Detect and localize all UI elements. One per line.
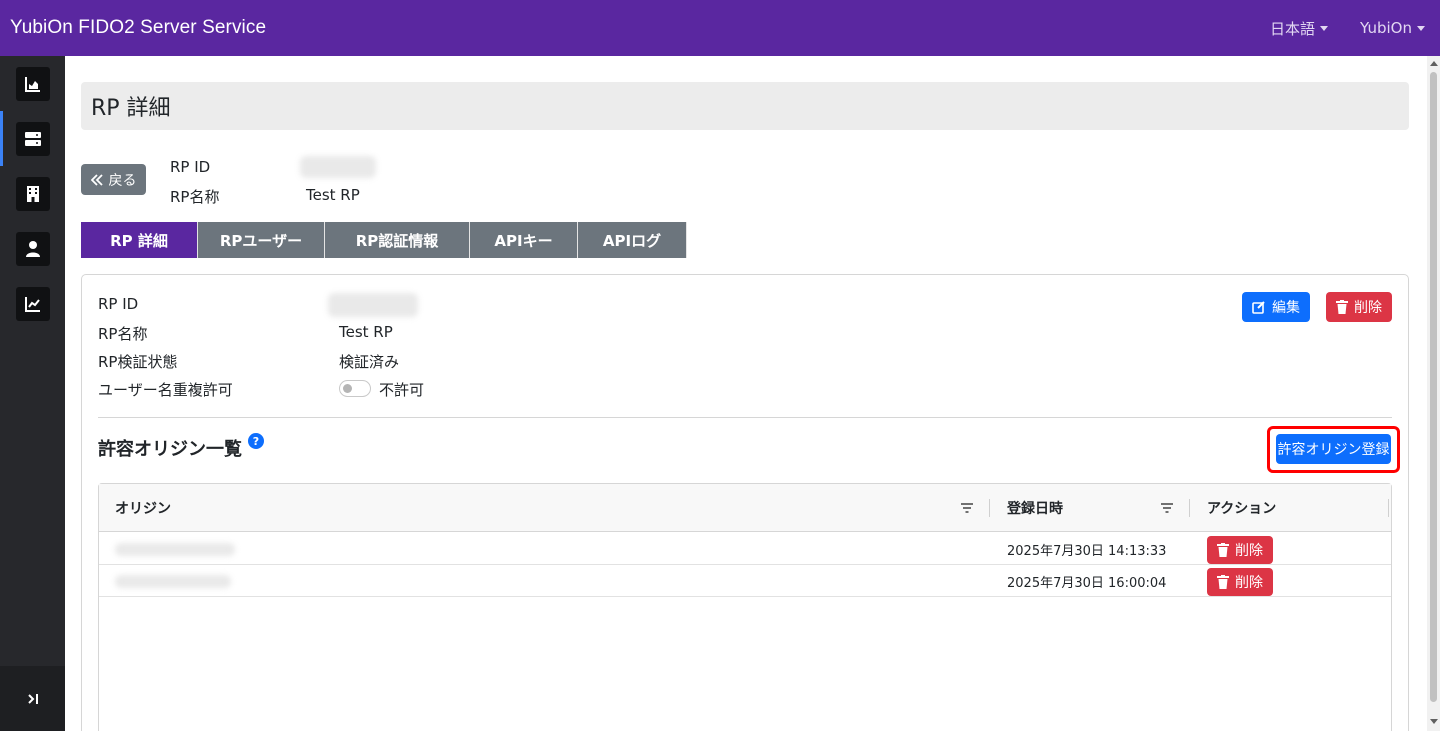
scroll-down-icon[interactable] [1430, 719, 1438, 724]
sidebar-item-dashboard[interactable] [0, 56, 65, 111]
delete-origin-label: 削除 [1235, 543, 1263, 559]
origins-table: オリジン 登録日時 アクション 2025年7月30日 14:13:33 削除 2… [98, 483, 1392, 731]
detail-rp-id-redacted [328, 293, 418, 317]
tab-api-logs[interactable]: APIログ [578, 222, 687, 258]
sidebar [0, 56, 65, 731]
table-row: 2025年7月30日 16:00:04 削除 [99, 565, 1391, 597]
detail-rp-name-label: RP名称 [98, 325, 148, 343]
tab-api-keys[interactable]: APIキー [470, 222, 578, 258]
top-navbar: YubiOn FIDO2 Server Service [0, 0, 1440, 56]
user-dropdown[interactable]: YubiOn [1360, 0, 1425, 56]
caret-down-icon [1320, 25, 1329, 31]
registered-date: 2025年7月30日 16:00:04 [1007, 575, 1167, 591]
trash-icon [1217, 575, 1229, 589]
sidebar-expand-button[interactable] [0, 666, 65, 731]
tab-rp-credentials[interactable]: RP認証情報 [325, 222, 470, 258]
column-separator[interactable] [989, 499, 990, 517]
rp-name-label: RP名称 [170, 188, 220, 206]
column-header-date[interactable]: 登録日時 [1007, 484, 1063, 532]
origin-url-redacted [115, 575, 231, 588]
double-chevron-left-icon [90, 173, 103, 186]
help-icon[interactable]: ? [248, 433, 264, 449]
expand-icon [27, 693, 38, 704]
detail-rp-name-value: Test RP [339, 323, 393, 341]
filter-icon[interactable] [960, 502, 974, 514]
building-icon [15, 176, 50, 211]
page-title: RP 詳細 [81, 82, 1409, 130]
detail-card: RP ID RP名称 Test RP RP検証状態 検証済み ユーザー名重複許可… [81, 274, 1409, 731]
section-divider [98, 417, 1392, 418]
scroll-thumb[interactable] [1430, 72, 1437, 702]
detail-dup-value: 不許可 [379, 381, 425, 399]
language-label: 日本語 [1270, 19, 1316, 38]
user-label: YubiOn [1360, 19, 1412, 37]
column-separator[interactable] [1189, 499, 1190, 517]
server-icon [15, 121, 50, 156]
edit-button[interactable]: 編集 [1242, 292, 1310, 322]
sidebar-item-servers[interactable] [0, 111, 65, 166]
rp-name-value: Test RP [306, 186, 360, 204]
language-dropdown[interactable]: 日本語 [1270, 0, 1329, 56]
delete-origin-label: 削除 [1235, 575, 1263, 591]
delete-rp-button[interactable]: 削除 [1326, 292, 1392, 322]
back-button[interactable]: 戻る [81, 164, 146, 195]
register-origin-button[interactable]: 許容オリジン登録 [1276, 434, 1391, 464]
detail-verify-value: 検証済み [339, 353, 400, 371]
register-origin-label: 許容オリジン登録 [1277, 442, 1390, 458]
rp-id-value-redacted [300, 156, 376, 178]
scroll-up-icon[interactable] [1430, 61, 1438, 66]
filter-icon[interactable] [1160, 502, 1174, 514]
rp-id-label: RP ID [170, 158, 211, 176]
tab-rp-detail[interactable]: RP 詳細 [81, 222, 198, 258]
column-separator[interactable] [1388, 499, 1389, 517]
origins-section-title: 許容オリジン一覧 [98, 439, 242, 460]
line-chart-icon [15, 286, 50, 321]
delete-label: 削除 [1354, 300, 1382, 316]
page-title-text: RP 詳細 [91, 96, 171, 121]
vertical-scrollbar[interactable] [1427, 56, 1440, 731]
table-row: 2025年7月30日 14:13:33 削除 [99, 533, 1391, 565]
sidebar-item-statistics[interactable] [0, 276, 65, 331]
column-header-origin[interactable]: オリジン [115, 484, 171, 532]
area-chart-icon [15, 66, 50, 101]
edit-icon [1252, 301, 1265, 314]
user-icon [15, 231, 50, 266]
table-header: オリジン 登録日時 アクション [99, 484, 1391, 532]
trash-icon [1217, 543, 1229, 557]
caret-down-icon [1416, 25, 1425, 31]
trash-icon [1336, 300, 1348, 314]
origin-url-redacted [115, 543, 235, 556]
tab-bar: RP 詳細 RPユーザー RP認証情報 APIキー APIログ [81, 222, 687, 258]
tab-rp-users[interactable]: RPユーザー [198, 222, 325, 258]
delete-origin-button[interactable]: 削除 [1207, 536, 1273, 564]
sidebar-item-users[interactable] [0, 221, 65, 276]
column-header-action[interactable]: アクション [1207, 484, 1276, 532]
detail-dup-label: ユーザー名重複許可 [98, 381, 233, 399]
delete-origin-button[interactable]: 削除 [1207, 568, 1273, 596]
registered-date: 2025年7月30日 14:13:33 [1007, 543, 1167, 559]
edit-label: 編集 [1272, 300, 1300, 316]
detail-rp-id-label: RP ID [98, 295, 139, 313]
brand-title[interactable]: YubiOn FIDO2 Server Service [10, 17, 266, 39]
back-label: 戻る [108, 172, 137, 189]
sidebar-item-organization[interactable] [0, 166, 65, 221]
dup-allowed-toggle[interactable] [339, 380, 371, 397]
detail-verify-label: RP検証状態 [98, 353, 178, 371]
